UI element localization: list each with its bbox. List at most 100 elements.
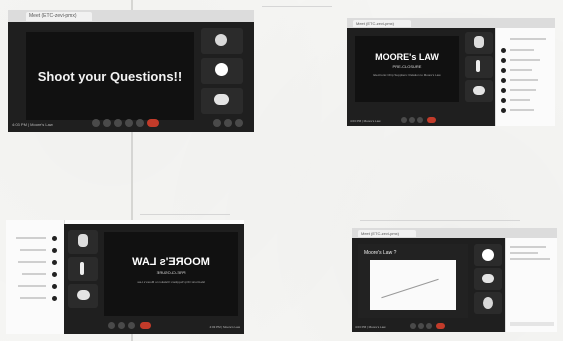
participant-tile[interactable] bbox=[465, 32, 493, 54]
participant-tile[interactable] bbox=[201, 58, 243, 84]
participant-tile[interactable] bbox=[201, 88, 243, 114]
meet-window: MOORE's LAW PRE-CLOSURE Electronic Chip … bbox=[347, 28, 495, 126]
person-avatar bbox=[52, 236, 57, 241]
meeting-footer-label: 4:03 PM | Moore's Law bbox=[209, 325, 240, 329]
people-button[interactable] bbox=[224, 119, 232, 127]
mic-button[interactable] bbox=[410, 323, 416, 329]
panel-row bbox=[510, 252, 538, 254]
chat-input[interactable] bbox=[510, 322, 554, 326]
browser-tab[interactable]: Meet (ETC-zevi-pmx) bbox=[26, 12, 92, 21]
participant-tile[interactable] bbox=[68, 230, 98, 254]
participant-tile[interactable] bbox=[474, 292, 502, 314]
slide-line: Electronic Chip Suppliers: Relation to M… bbox=[373, 73, 441, 77]
end-call-button[interactable] bbox=[140, 322, 151, 329]
panel-row bbox=[510, 246, 546, 248]
panel-row bbox=[18, 285, 46, 287]
panel-row bbox=[18, 261, 46, 263]
browser-tab-title: Meet (ETC-zevi-pmx) bbox=[356, 21, 395, 26]
browser-tab[interactable]: Meet (ETC-zevi-pmx) bbox=[358, 230, 416, 237]
slide-question: Moore's Law ? bbox=[364, 250, 397, 256]
person-avatar bbox=[501, 78, 506, 83]
captions-button[interactable] bbox=[114, 119, 122, 127]
avatar bbox=[215, 63, 228, 76]
present-button[interactable] bbox=[417, 117, 423, 123]
present-button[interactable] bbox=[125, 119, 133, 127]
person-avatar bbox=[501, 68, 506, 73]
camera-button[interactable] bbox=[118, 322, 125, 329]
participant-tile[interactable] bbox=[474, 268, 502, 290]
present-button[interactable] bbox=[128, 322, 135, 329]
screenshot-bottom-right: Meet (ETC-zevi-pmx) Moore's Law ? 4:03 P… bbox=[352, 228, 557, 332]
panel-row bbox=[510, 89, 536, 91]
whiteboard-stroke bbox=[381, 278, 439, 299]
person-avatar bbox=[52, 284, 57, 289]
mic-button[interactable] bbox=[401, 117, 407, 123]
people-panel bbox=[495, 28, 555, 126]
avatar bbox=[80, 262, 84, 275]
person-avatar bbox=[52, 272, 57, 277]
presentation-slide: MOORE's LAW PRE-CLOSURE Electronic Chip … bbox=[104, 232, 238, 316]
end-call-button[interactable] bbox=[147, 119, 159, 127]
question-slide: Moore's Law ? bbox=[358, 244, 468, 318]
camera-button[interactable] bbox=[409, 117, 415, 123]
meeting-footer-label: 4:03 PM | Moore's Law bbox=[350, 119, 381, 123]
mic-button[interactable] bbox=[92, 119, 100, 127]
raise-hand-button[interactable] bbox=[136, 119, 144, 127]
slide-text: Shoot your Questions!! bbox=[37, 68, 183, 84]
info-button[interactable] bbox=[213, 119, 221, 127]
chat-button[interactable] bbox=[235, 119, 243, 127]
camera-button[interactable] bbox=[418, 323, 424, 329]
meeting-footer-label: 4:03 PM | Moore's Law bbox=[12, 122, 53, 127]
participant-tile[interactable] bbox=[68, 257, 98, 281]
panel-row bbox=[16, 237, 46, 239]
participant-tile[interactable] bbox=[465, 80, 493, 102]
person-avatar bbox=[52, 296, 57, 301]
panel-row bbox=[510, 99, 530, 101]
browser-tab-title: Meet (ETC-zevi-pmx) bbox=[29, 13, 77, 19]
participant-tile[interactable] bbox=[68, 284, 98, 308]
meeting-footer-label: 4:03 PM | Moore's Law bbox=[355, 325, 386, 329]
avatar bbox=[473, 86, 485, 95]
chat-panel bbox=[505, 238, 557, 332]
panel-row bbox=[510, 49, 534, 51]
camera-button[interactable] bbox=[103, 119, 111, 127]
avatar bbox=[476, 60, 480, 72]
browser-tab-title: Meet (ETC-zevi-pmx) bbox=[361, 231, 400, 236]
screenshot-top-left: Meet (ETC-zevi-pmx) Shoot your Questions… bbox=[8, 10, 254, 132]
meet-window: MOORE's LAW PRE-CLOSURE Electronic Chip … bbox=[64, 224, 244, 334]
person-avatar bbox=[501, 98, 506, 103]
presentation-slide: Shoot your Questions!! bbox=[26, 32, 194, 120]
screenshot-bottom-left: MOORE's LAW PRE-CLOSURE Electronic Chip … bbox=[6, 220, 244, 334]
avatar bbox=[214, 94, 229, 105]
panel-row bbox=[510, 38, 546, 40]
people-panel bbox=[6, 220, 65, 334]
browser-tab[interactable]: Meet (ETC-zevi-pmx) bbox=[353, 20, 411, 27]
participant-tile[interactable] bbox=[465, 56, 493, 78]
scan-mark bbox=[360, 220, 520, 221]
participant-tile[interactable] bbox=[474, 244, 502, 266]
scan-mark bbox=[140, 214, 230, 215]
panel-row bbox=[510, 59, 540, 61]
avatar bbox=[482, 274, 494, 283]
scan-mark bbox=[262, 6, 332, 7]
avatar bbox=[474, 36, 484, 48]
slide-title: MOORE's LAW bbox=[375, 52, 439, 62]
avatar bbox=[215, 34, 227, 46]
panel-row bbox=[22, 273, 46, 275]
person-avatar bbox=[52, 248, 57, 253]
slide-line: Electronic Chip Suppliers: Relation to M… bbox=[137, 280, 205, 284]
present-button[interactable] bbox=[426, 323, 432, 329]
presentation-slide: MOORE's LAW PRE-CLOSURE Electronic Chip … bbox=[355, 36, 459, 102]
meet-window: Shoot your Questions!! 4:03 PM | Moore's… bbox=[8, 22, 254, 132]
slide-title: MOORE's LAW bbox=[132, 256, 210, 268]
panel-row bbox=[510, 69, 532, 71]
slide-subtitle: PRE-CLOSURE bbox=[156, 270, 186, 275]
avatar bbox=[482, 249, 494, 261]
mic-button[interactable] bbox=[108, 322, 115, 329]
avatar bbox=[78, 234, 88, 247]
participant-tile[interactable] bbox=[201, 28, 243, 54]
end-call-button[interactable] bbox=[436, 323, 445, 329]
panel-row bbox=[510, 79, 538, 81]
person-avatar bbox=[501, 108, 506, 113]
end-call-button[interactable] bbox=[427, 117, 436, 123]
